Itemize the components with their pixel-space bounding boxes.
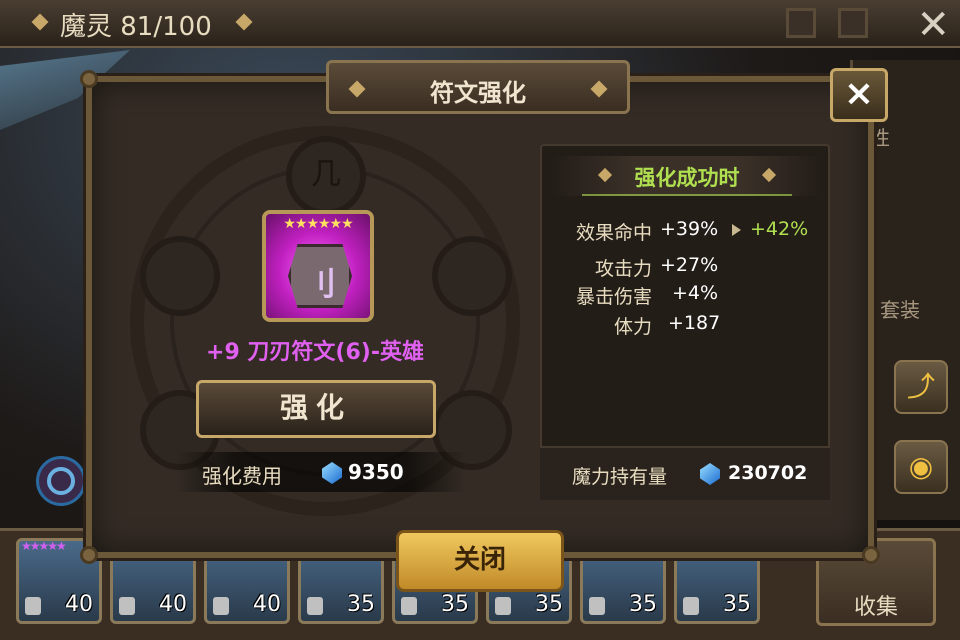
stats-header: 强化成功时 (552, 156, 822, 196)
lock-icon (25, 597, 41, 615)
stat-name: 暴击伤害 (575, 286, 652, 308)
hero-level: 40 (159, 592, 187, 617)
corner-rivet (80, 546, 98, 564)
hero-level: 35 (535, 592, 563, 617)
top-bar: 魔灵 81/100 ✕ (0, 0, 960, 48)
enhance-button[interactable]: 强化 (196, 380, 436, 438)
list-view-icon[interactable] (786, 8, 816, 38)
rune-slot-node (140, 236, 220, 316)
rune-stars: ★★★★★★ (283, 216, 353, 232)
stat-value: +27% (660, 254, 719, 276)
monster-count: 魔灵 81/100 (60, 12, 212, 42)
stat-value: +39% (660, 218, 719, 240)
stat-name: 攻击力 (594, 258, 652, 280)
dialog-close-button[interactable]: × (830, 68, 888, 122)
money-bag-icon[interactable]: ◉ (894, 440, 948, 494)
rune-swirl-icon (36, 456, 86, 506)
corner-rivet (80, 70, 98, 88)
mana-crystal-icon (700, 463, 720, 485)
cost-value: 9350 (348, 460, 404, 484)
diamond-icon (235, 13, 253, 31)
lock-icon (119, 597, 135, 615)
lock-icon (589, 597, 605, 615)
stat-value: +4% (672, 282, 719, 304)
side-text: 套装 (880, 298, 920, 322)
mana-value: 230702 (728, 462, 808, 484)
mana-label: 魔力持有量 (572, 466, 668, 488)
stat-value: +187 (668, 312, 721, 334)
lock-icon (401, 597, 417, 615)
hero-level: 35 (723, 592, 751, 617)
hero-level: 40 (65, 592, 93, 617)
close-button[interactable]: 关闭 (396, 530, 564, 592)
corner-rivet (862, 546, 880, 564)
hero-level: 35 (629, 592, 657, 617)
lock-icon (683, 597, 699, 615)
enhance-cost: 强化费用 9350 (176, 452, 466, 492)
stat-name: 效果命中 (575, 222, 652, 244)
hero-level: 40 (253, 592, 281, 617)
diamond-icon (31, 13, 49, 31)
stat-name: 体力 (613, 316, 652, 338)
mana-crystal-icon (322, 462, 342, 484)
hero-level: 35 (441, 592, 469, 617)
mana-holdings: 魔力持有量 230702 (540, 446, 830, 500)
blade-rune-icon: 刂 (288, 244, 352, 308)
lock-icon (307, 597, 323, 615)
arrow-right-icon (732, 224, 741, 236)
hero-level: 35 (347, 592, 375, 617)
rune-name: +9 刀刃符文(6)-英雄 (206, 340, 424, 365)
cost-label: 强化费用 (202, 464, 282, 488)
lock-icon (495, 597, 511, 615)
rune-icon[interactable]: ★★★★★★ 刂 (262, 210, 374, 322)
rune-slot-node: 几 (286, 136, 366, 216)
dialog-title: 符文强化 (430, 79, 526, 107)
divider (582, 194, 792, 196)
hero-stars: ★★★★★ (21, 539, 67, 553)
upgrade-arrow-icon[interactable]: ⤴ (894, 360, 948, 414)
stats-header-text: 强化成功时 (634, 166, 740, 190)
stat-new-value: +42% (750, 218, 809, 240)
grid-view-icon[interactable] (838, 8, 868, 38)
rune-slot-node (432, 236, 512, 316)
lock-icon (213, 597, 229, 615)
close-icon[interactable]: ✕ (916, 2, 950, 48)
dialog-title-tab: 符文强化 (326, 60, 630, 114)
